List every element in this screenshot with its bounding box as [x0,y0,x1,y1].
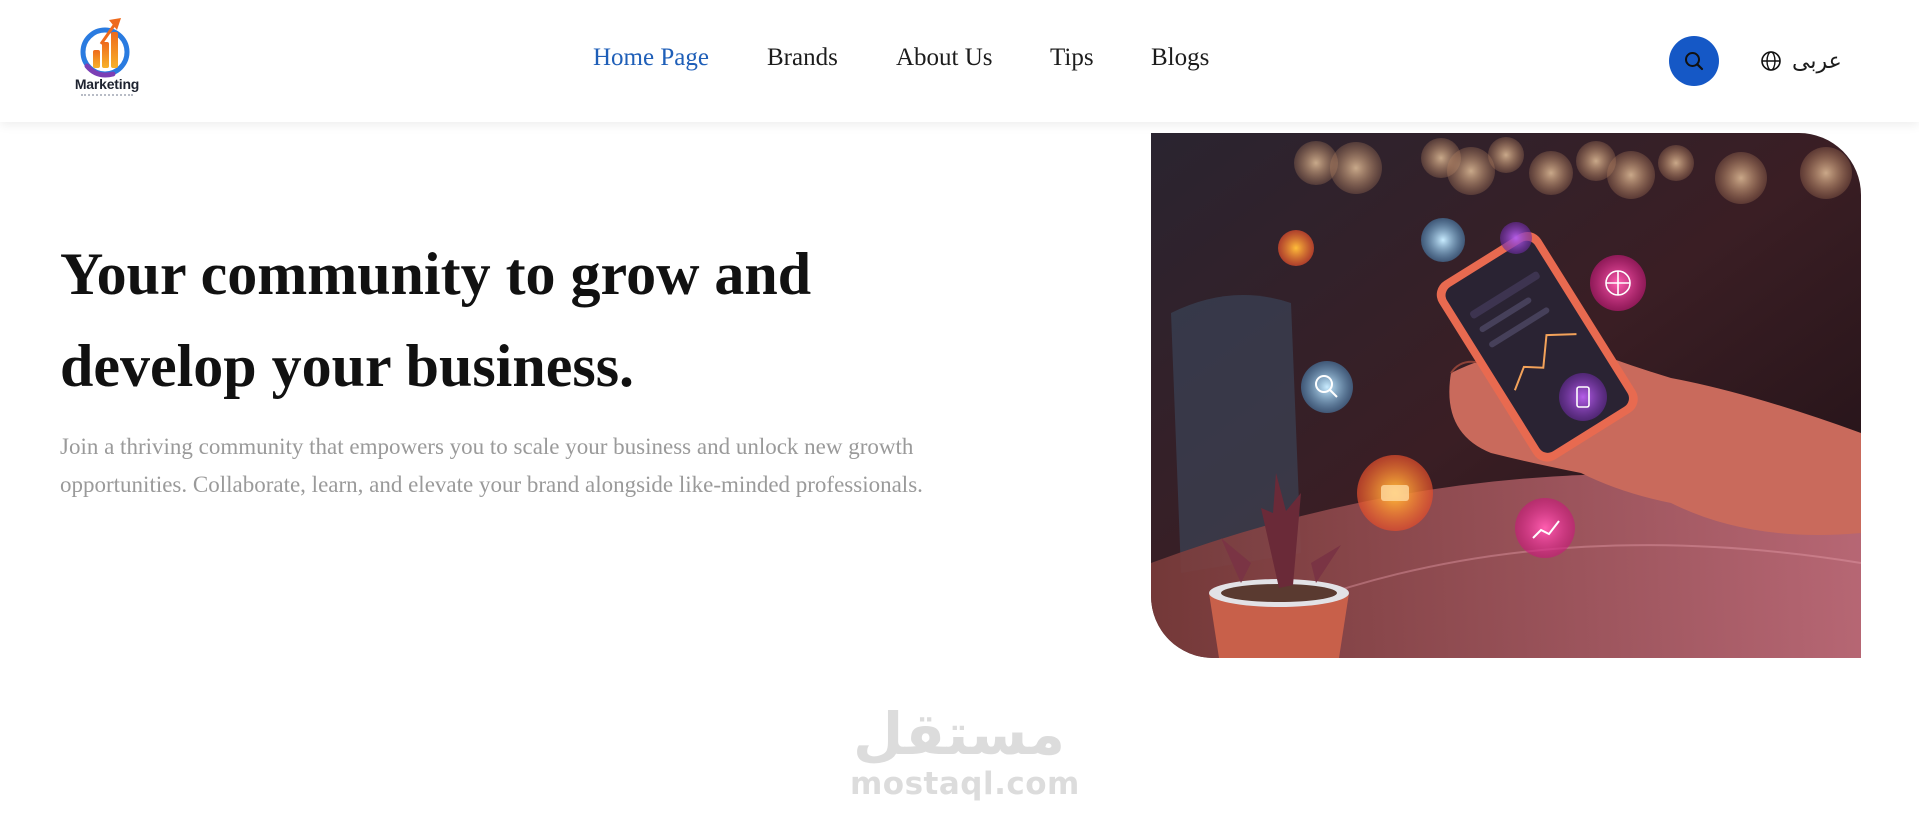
hero-image [1151,133,1861,658]
nav-blogs[interactable]: Blogs [1151,44,1209,72]
phone-in-hand-illustration [1151,133,1861,658]
watermark-latin: mostaql.com [850,766,1080,802]
language-label: عربى [1792,48,1842,74]
watermark-arabic: مستقل [852,700,1066,768]
nav-tips[interactable]: Tips [1050,44,1094,72]
hero-description: Join a thriving community that empowers … [60,434,923,497]
globe-icon [1761,51,1781,71]
language-switcher[interactable]: عربى [1760,44,1842,78]
logo-tagline [81,94,133,98]
hero-title: Your community to grow and develop your … [60,241,812,399]
logo-text: Marketing [74,76,140,92]
site-header: Marketing Home Page Brands About Us Tips… [0,0,1919,122]
nav-brands[interactable]: Brands [767,44,838,72]
logo-mark-icon [80,18,130,78]
nav-about-us[interactable]: About Us [896,44,993,72]
marketing-logo[interactable]: Marketing [67,14,147,100]
search-icon [1685,52,1704,71]
mostaql-watermark: مستقل mostaql.com [850,700,1080,802]
nav-home-page[interactable]: Home Page [593,44,709,72]
search-button[interactable] [1669,36,1719,86]
